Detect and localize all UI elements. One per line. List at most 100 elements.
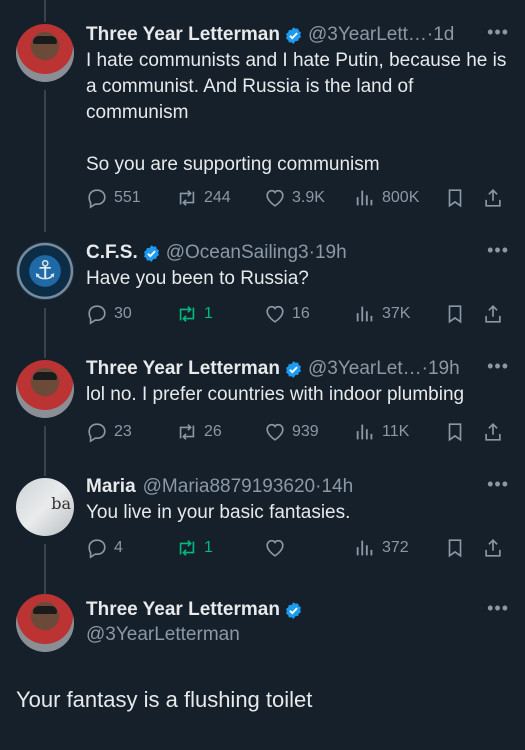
author-name[interactable]: Three Year Letterman xyxy=(86,22,280,48)
more-options-icon[interactable]: ••• xyxy=(487,474,509,495)
thread-line xyxy=(44,0,46,22)
retweet-button[interactable]: 1 xyxy=(176,537,213,559)
author-handle[interactable]: @3YearLetterman xyxy=(86,622,509,648)
views-count: 11K xyxy=(382,423,410,440)
author-handle[interactable]: @Maria8879193620 xyxy=(143,474,315,500)
like-button[interactable]: 3.9K xyxy=(264,187,325,209)
author-name[interactable]: C.F.S. xyxy=(86,240,138,266)
author-handle[interactable]: @OceanSailing3 xyxy=(166,240,309,266)
like-button[interactable]: 16 xyxy=(264,303,310,325)
bookmark-button[interactable] xyxy=(444,537,472,559)
views-button[interactable]: 372 xyxy=(354,537,409,559)
action-bar: 30 1 16 37K xyxy=(86,302,509,326)
views-button[interactable]: 11K xyxy=(354,421,409,443)
main-tweet[interactable]: Three Year Letterman @3YearLetterman ••• xyxy=(0,594,525,654)
share-icon xyxy=(485,189,501,207)
avatar[interactable] xyxy=(16,594,74,652)
views-count: 372 xyxy=(382,539,409,556)
verified-badge-icon xyxy=(286,360,301,378)
retweet-button[interactable]: 26 xyxy=(176,421,222,443)
author-name[interactable]: Three Year Letterman xyxy=(86,356,280,382)
verified-badge-icon xyxy=(143,244,159,262)
retweet-icon xyxy=(179,190,195,206)
heart-icon xyxy=(266,539,284,557)
share-button[interactable] xyxy=(482,421,510,443)
verified-badge-icon xyxy=(286,26,301,44)
tweet-text: You live in your basic fantasies. xyxy=(86,502,351,523)
retweet-count: 1 xyxy=(204,539,213,556)
views-chart-icon xyxy=(356,190,373,206)
heart-icon xyxy=(266,305,284,323)
like-button[interactable] xyxy=(264,537,292,559)
avatar[interactable] xyxy=(16,242,74,300)
tweet-text: lol no. I prefer countries with indoor p… xyxy=(86,384,465,405)
retweet-count: 26 xyxy=(204,423,222,440)
like-count: 16 xyxy=(292,305,310,322)
more-options-icon[interactable]: ••• xyxy=(487,356,509,377)
author-handle[interactable]: @3YearLet… xyxy=(308,356,422,382)
retweet-icon xyxy=(179,306,195,322)
avatar[interactable] xyxy=(16,360,74,418)
timestamp[interactable]: 14h xyxy=(321,474,353,500)
bookmark-button[interactable] xyxy=(444,421,472,443)
timestamp[interactable]: 1d xyxy=(433,22,454,48)
reply-count: 23 xyxy=(114,423,132,440)
like-button[interactable]: 939 xyxy=(264,421,319,443)
heart-icon xyxy=(266,189,284,207)
share-icon xyxy=(485,305,501,323)
views-button[interactable]: 37K xyxy=(354,303,410,325)
retweet-count: 244 xyxy=(204,189,231,206)
bookmark-icon xyxy=(448,305,462,324)
avatar[interactable] xyxy=(16,24,74,82)
views-count: 800K xyxy=(382,189,420,206)
retweet-count: 1 xyxy=(204,305,213,322)
action-bar: 23 26 939 11K xyxy=(86,420,509,444)
share-button[interactable] xyxy=(482,187,510,209)
more-options-icon[interactable]: ••• xyxy=(487,598,509,619)
timestamp[interactable]: 19h xyxy=(315,240,347,266)
reply-button[interactable]: 30 xyxy=(86,303,132,325)
verified-badge-icon xyxy=(286,601,301,619)
views-chart-icon xyxy=(356,424,373,440)
reply-icon xyxy=(88,539,106,559)
more-options-icon[interactable]: ••• xyxy=(487,240,509,261)
author-handle[interactable]: @3YearLett… xyxy=(308,22,427,48)
reply-icon xyxy=(88,423,106,443)
retweet-icon xyxy=(179,540,195,556)
action-bar: 551 244 3.9K 800K xyxy=(86,186,509,210)
views-count: 37K xyxy=(382,305,411,322)
reply-count: 30 xyxy=(114,305,132,322)
action-bar: 4 1 372 xyxy=(86,536,509,560)
share-button[interactable] xyxy=(482,537,510,559)
reply-button[interactable]: 23 xyxy=(86,421,132,443)
share-button[interactable] xyxy=(482,303,510,325)
reply-icon xyxy=(88,305,106,325)
bookmark-button[interactable] xyxy=(444,303,472,325)
main-tweet-text: Your fantasy is a flushing toilet xyxy=(16,687,313,712)
bookmark-button[interactable] xyxy=(444,187,472,209)
avatar[interactable] xyxy=(16,478,74,536)
reply-count: 4 xyxy=(114,539,123,556)
reply-button[interactable]: 4 xyxy=(86,537,123,559)
like-count: 939 xyxy=(292,423,319,440)
tweet-text: Have you been to Russia? xyxy=(86,268,309,289)
views-chart-icon xyxy=(356,540,373,556)
retweet-button[interactable]: 1 xyxy=(176,303,213,325)
timestamp[interactable]: 19h xyxy=(428,356,460,382)
bookmark-icon xyxy=(448,189,462,208)
bookmark-icon xyxy=(448,539,462,558)
share-icon xyxy=(485,539,501,557)
tweet-text: I hate communists and I hate Putin, beca… xyxy=(86,50,507,175)
reply-button[interactable]: 551 xyxy=(86,187,141,209)
views-button[interactable]: 800K xyxy=(354,187,419,209)
reply-count: 551 xyxy=(114,189,141,206)
bookmark-icon xyxy=(448,423,462,442)
views-chart-icon xyxy=(356,306,373,322)
like-count: 3.9K xyxy=(292,189,325,206)
author-name[interactable]: Three Year Letterman xyxy=(86,598,280,622)
heart-icon xyxy=(266,423,284,441)
more-options-icon[interactable]: ••• xyxy=(487,22,509,43)
retweet-button[interactable]: 244 xyxy=(176,187,231,209)
share-icon xyxy=(485,423,501,441)
author-name[interactable]: Maria xyxy=(86,474,136,500)
